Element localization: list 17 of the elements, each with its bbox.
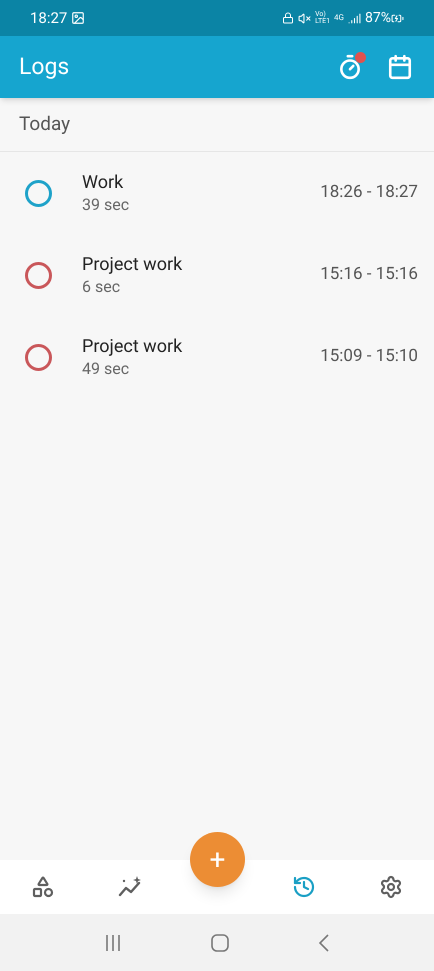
log-entry[interactable]: Project work 6 sec 15:16 - 15:16 <box>0 234 434 316</box>
log-entry[interactable]: Work 39 sec 18:26 - 18:27 <box>0 152 434 234</box>
section-header: Today <box>19 111 70 138</box>
log-entry[interactable]: Project work 49 sec 15:09 - 15:10 <box>0 316 434 398</box>
log-duration: 39 sec <box>82 194 130 215</box>
app-title: Logs <box>19 52 70 82</box>
log-name: Project work <box>82 335 182 358</box>
status-time: 18:27 <box>30 8 68 29</box>
log-time-range: 18:26 - 18:27 <box>320 181 418 204</box>
network-label: 4G <box>334 12 344 24</box>
log-name: Project work <box>82 253 182 276</box>
log-name: Work <box>82 171 124 194</box>
log-duration: 6 sec <box>82 276 122 297</box>
log-time-range: 15:09 - 15:10 <box>320 345 418 368</box>
log-time-range: 15:16 - 15:16 <box>320 263 418 286</box>
battery-percent: 87% <box>365 8 391 28</box>
log-duration: 49 sec <box>82 358 130 379</box>
